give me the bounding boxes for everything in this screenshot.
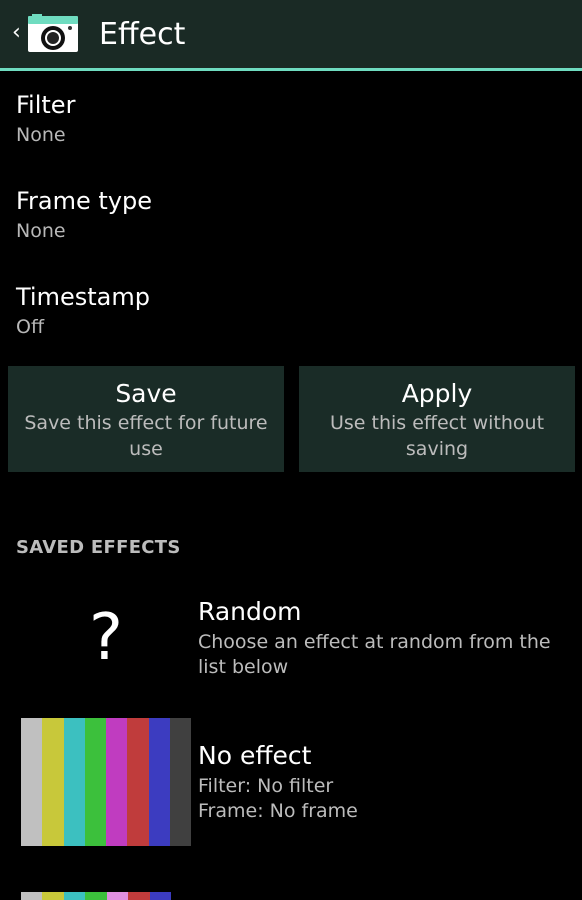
effect-title: No effect: [198, 741, 312, 770]
partial-color-bar-6: [149, 892, 171, 900]
effect-title: Random: [198, 597, 302, 626]
saved-effects-header: SAVED EFFECTS: [16, 537, 181, 558]
page-title: Effect: [99, 17, 186, 52]
color-bar-1: [42, 718, 64, 846]
question-mark-icon: ?: [89, 601, 123, 675]
color-bar-0: [21, 718, 43, 846]
effect-item-random[interactable]: ? Random Choose an effect at random from…: [0, 574, 582, 702]
color-bars-image: [21, 718, 191, 846]
color-bar-2: [63, 718, 85, 846]
effect-filter-line: Filter: No filter: [198, 775, 334, 797]
pref-frame-type-summary: None: [16, 220, 66, 242]
color-bar-4: [106, 718, 128, 846]
action-bar: ‹ Effect: [0, 0, 582, 71]
pref-frame-type-title: Frame type: [16, 187, 153, 215]
pref-filter[interactable]: Filter None: [16, 90, 566, 148]
pref-timestamp-title: Timestamp: [16, 283, 150, 311]
color-bars-thumbnail: [21, 718, 191, 846]
effect-description: Choose an effect at random from the list…: [198, 631, 551, 678]
effect-frame-line: Frame: No frame: [198, 800, 358, 822]
color-bar-7: [169, 718, 191, 846]
pref-timestamp[interactable]: Timestamp Off: [16, 282, 566, 340]
save-button-subtitle: Save this effect for future use: [24, 412, 268, 460]
apply-button-title: Apply: [401, 379, 473, 408]
partial-color-bar-3: [85, 892, 107, 900]
color-bar-3: [84, 718, 106, 846]
pref-frame-type[interactable]: Frame type None: [16, 186, 566, 244]
color-bar-6: [148, 718, 170, 846]
pref-filter-title: Filter: [16, 91, 76, 119]
pref-timestamp-summary: Off: [16, 316, 45, 338]
partial-color-bar-1: [42, 892, 64, 900]
save-button-title: Save: [115, 379, 177, 408]
camera-icon[interactable]: [26, 14, 80, 54]
random-thumbnail: ?: [21, 574, 191, 702]
partial-color-bar-4: [106, 892, 129, 900]
back-chevron-icon[interactable]: ‹: [12, 22, 21, 44]
color-bar-5: [127, 718, 149, 846]
effect-item-no-effect[interactable]: No effect Filter: No filter Frame: No fr…: [0, 718, 582, 846]
next-effect-thumbnail[interactable]: [21, 892, 171, 900]
partial-color-bar-0: [21, 892, 43, 900]
apply-button-subtitle: Use this effect without saving: [329, 412, 545, 460]
pref-filter-summary: None: [16, 124, 66, 146]
save-button[interactable]: Save Save this effect for future use: [8, 366, 284, 472]
partial-color-bar-5: [128, 892, 150, 900]
partial-color-bar-2: [63, 892, 86, 900]
apply-button[interactable]: Apply Use this effect without saving: [299, 366, 575, 472]
